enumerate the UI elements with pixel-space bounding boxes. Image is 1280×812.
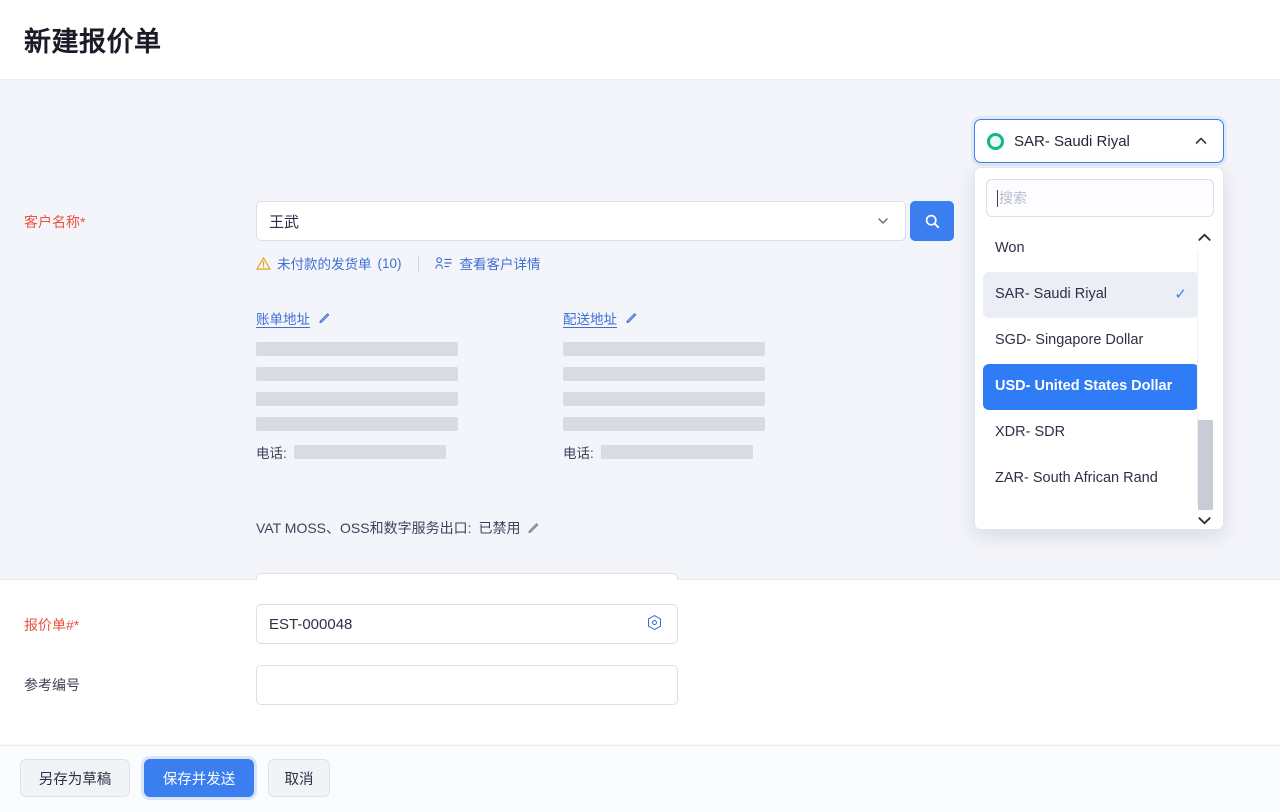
vat-moss-status: 已禁用	[478, 518, 520, 538]
quote-details-section: 报价单#* EST-000048 参考编号	[0, 580, 1280, 744]
currency-option[interactable]: XDR- SDR	[983, 410, 1199, 456]
text-caret	[997, 190, 998, 207]
shipping-phone-row: 电话:	[563, 442, 765, 462]
address-line-placeholder	[256, 367, 458, 381]
currency-option-highlighted[interactable]: USD- United States Dollar	[983, 364, 1199, 410]
address-line-placeholder	[256, 342, 458, 356]
customer-name-label: 客户名称*	[24, 212, 85, 232]
address-line-placeholder	[563, 367, 765, 381]
link-divider	[418, 255, 419, 271]
currency-search-placeholder: 搜索	[999, 188, 1027, 208]
address-line-placeholder	[256, 392, 458, 406]
currency-option[interactable]: SGD- Singapore Dollar	[983, 318, 1199, 364]
reference-number-label: 参考编号	[24, 675, 80, 695]
quote-number-value: EST-000048	[269, 616, 645, 633]
billing-address-title: 账单地址	[256, 308, 310, 328]
currency-option-list[interactable]: Won SAR- Saudi Riyal ✓ SGD- Singapore Do…	[975, 226, 1207, 530]
currency-badge-icon	[987, 133, 1004, 150]
currency-selected-label: SAR- Saudi Riyal	[1014, 133, 1181, 150]
chevron-up-icon[interactable]	[1191, 131, 1211, 151]
scroll-up-arrow-icon[interactable]	[1197, 226, 1212, 248]
shipping-phone-placeholder	[601, 445, 753, 459]
edit-pencil-icon[interactable]	[527, 521, 541, 535]
scrollbar-track[interactable]	[1197, 252, 1212, 505]
currency-search-input[interactable]: 搜索	[986, 179, 1214, 217]
address-line-placeholder	[256, 417, 458, 431]
billing-phone-row: 电话:	[256, 442, 458, 462]
address-line-placeholder	[563, 417, 765, 431]
save-as-draft-button[interactable]: 另存为草稿	[20, 759, 130, 797]
address-line-placeholder	[563, 392, 765, 406]
scrollbar-thumb[interactable]	[1198, 420, 1213, 510]
customer-sub-links: 未付款的发货单 (10) 查看客户详情	[256, 253, 541, 273]
currency-option-selected[interactable]: SAR- Saudi Riyal ✓	[983, 272, 1199, 318]
search-icon	[924, 213, 941, 230]
billing-address-header[interactable]: 账单地址	[256, 308, 458, 328]
address-line-placeholder	[563, 342, 765, 356]
vat-moss-row: VAT MOSS、OSS和数字服务出口: 已禁用	[256, 518, 541, 538]
save-and-send-button[interactable]: 保存并发送	[144, 759, 254, 797]
shipping-address-header[interactable]: 配送地址	[563, 308, 765, 328]
currency-option-label: XDR- SDR	[995, 423, 1187, 443]
edit-pencil-icon[interactable]	[318, 311, 332, 325]
shipping-address-block: 配送地址 电话:	[563, 308, 765, 462]
scroll-down-arrow-icon[interactable]	[1197, 509, 1212, 530]
page-header: 新建报价单	[0, 0, 1280, 80]
cancel-button[interactable]: 取消	[268, 759, 330, 797]
unpaid-invoices-count: (10)	[378, 256, 402, 271]
customer-search-button[interactable]	[910, 201, 954, 241]
unpaid-invoices-link[interactable]: 未付款的发货单 (10)	[256, 253, 402, 273]
unpaid-invoices-text: 未付款的发货单	[277, 253, 372, 273]
view-customer-details-text: 查看客户详情	[460, 253, 541, 273]
vat-moss-text: VAT MOSS、OSS和数字服务出口:	[256, 518, 471, 538]
currency-option-label: SGD- Singapore Dollar	[995, 331, 1187, 351]
currency-option-label: SAR- Saudi Riyal	[995, 285, 1174, 305]
check-icon: ✓	[1174, 285, 1187, 305]
currency-dropdown-panel: 搜索 Won SAR- Saudi Riyal ✓ SGD- Singapore…	[974, 167, 1224, 530]
currency-option-label: ZAR- South African Rand	[995, 469, 1187, 489]
billing-phone-placeholder	[294, 445, 446, 459]
user-list-icon	[435, 256, 452, 270]
footer-action-bar: 另存为草稿 保存并发送 取消	[0, 745, 1280, 812]
edit-pencil-icon[interactable]	[625, 311, 639, 325]
customer-name-input[interactable]: 王武	[256, 201, 906, 241]
customer-name-value: 王武	[269, 211, 873, 232]
currency-option-label: Won	[995, 239, 1187, 259]
quote-create-page: 新建报价单 客户名称* 王武	[0, 0, 1280, 812]
chevron-down-icon[interactable]	[873, 211, 893, 231]
reference-number-input[interactable]	[256, 665, 678, 705]
quote-number-input[interactable]: EST-000048	[256, 604, 678, 644]
currency-list-scrollbar[interactable]	[1193, 226, 1215, 530]
currency-option-label: USD- United States Dollar	[995, 377, 1187, 397]
shipping-phone-label: 电话:	[563, 442, 594, 462]
currency-selector: SAR- Saudi Riyal 搜索 Won SAR- Saudi Riyal…	[974, 119, 1224, 163]
billing-address-lines: 电话:	[256, 342, 458, 462]
view-customer-details-link[interactable]: 查看客户详情	[435, 253, 541, 273]
billing-phone-label: 电话:	[256, 442, 287, 462]
warning-icon	[256, 256, 271, 271]
currency-option[interactable]: ZAR- South African Rand	[983, 456, 1199, 502]
gear-settings-icon[interactable]	[645, 614, 665, 634]
quote-number-label: 报价单#*	[24, 615, 79, 635]
currency-combobox[interactable]: SAR- Saudi Riyal	[974, 119, 1224, 163]
currency-option[interactable]: Won	[983, 226, 1199, 272]
shipping-address-lines: 电话:	[563, 342, 765, 462]
billing-address-block: 账单地址 电话:	[256, 308, 458, 462]
page-title: 新建报价单	[24, 20, 162, 59]
shipping-address-title: 配送地址	[563, 308, 617, 328]
